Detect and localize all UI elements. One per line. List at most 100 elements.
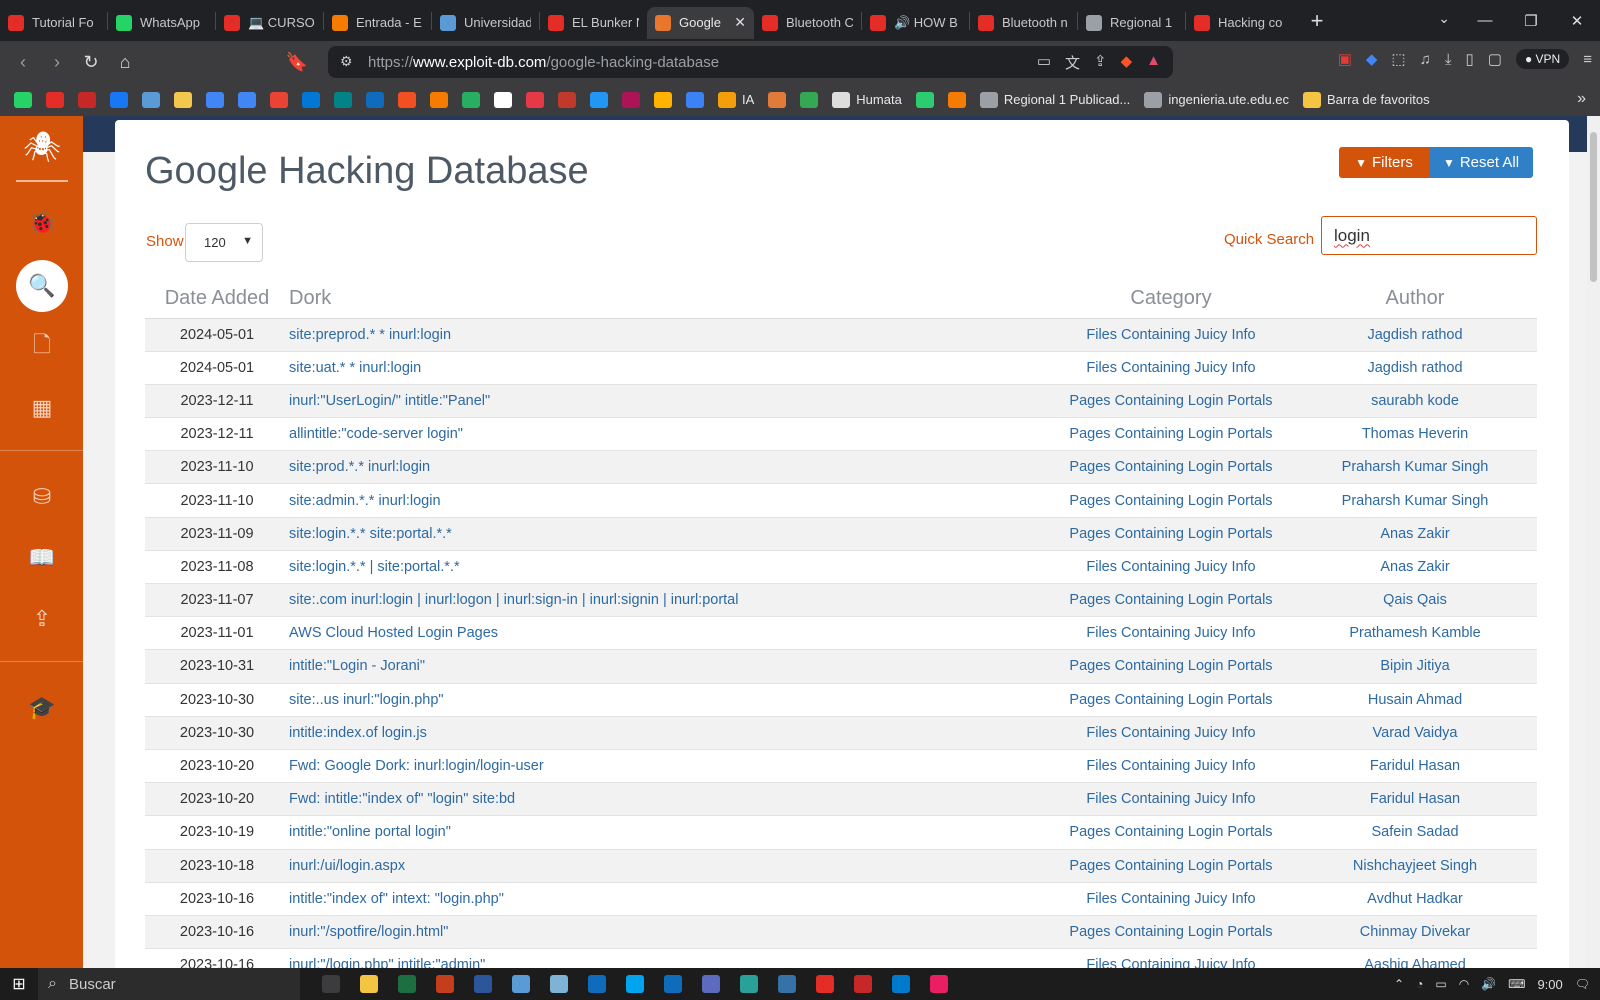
author-link[interactable]: Jagdish rathod bbox=[1293, 350, 1537, 385]
category-link[interactable]: Files Containing Juicy Info bbox=[1049, 881, 1293, 916]
bookmark-item[interactable] bbox=[800, 91, 819, 108]
dork-link[interactable]: inurl:/ui/login.aspx bbox=[289, 848, 1049, 883]
bookmark-item[interactable]: Humata bbox=[832, 91, 902, 108]
author-link[interactable]: Varad Vaidya bbox=[1293, 715, 1537, 750]
author-link[interactable]: Nishchayjeet Singh bbox=[1293, 848, 1537, 883]
category-link[interactable]: Pages Containing Login Portals bbox=[1049, 582, 1293, 617]
bookmark-item[interactable] bbox=[462, 91, 480, 108]
bookmark-item[interactable] bbox=[366, 91, 384, 108]
sidebar-item-ghdb[interactable]: 🔍 bbox=[16, 260, 68, 312]
category-link[interactable]: Pages Containing Login Portals bbox=[1049, 914, 1293, 949]
bookmark-item[interactable] bbox=[398, 91, 416, 108]
bookmark-item[interactable] bbox=[947, 91, 966, 108]
chevron-up-icon[interactable]: ⌃ bbox=[1394, 977, 1404, 991]
brave-rewards-icon[interactable]: ▲ bbox=[1146, 52, 1161, 73]
browser-tab[interactable]: 💻 CURSO bbox=[216, 7, 323, 39]
bookmark-item[interactable] bbox=[622, 91, 640, 108]
bookmark-item[interactable] bbox=[494, 91, 512, 108]
dork-link[interactable]: AWS Cloud Hosted Login Pages bbox=[289, 616, 1049, 650]
category-link[interactable]: Files Containing Juicy Info bbox=[1049, 616, 1293, 650]
bookmark-item[interactable] bbox=[915, 91, 934, 108]
column-date-added[interactable]: Date Added bbox=[145, 280, 289, 319]
author-link[interactable]: Anas Zakir bbox=[1293, 516, 1537, 551]
bookmark-item[interactable] bbox=[14, 91, 32, 108]
category-link[interactable]: Pages Containing Login Portals bbox=[1049, 848, 1293, 883]
close-tab-icon[interactable]: ✕ bbox=[734, 14, 746, 31]
cast-icon[interactable]: ▭ bbox=[1037, 52, 1051, 73]
sidebar-toggle-icon[interactable]: ▯ bbox=[1466, 50, 1474, 68]
tab-search-chevron-icon[interactable]: ⌄ bbox=[1438, 10, 1450, 27]
bookmark-item[interactable] bbox=[142, 91, 160, 108]
bookmark-item[interactable] bbox=[46, 91, 64, 108]
taskbar-app-button[interactable] bbox=[806, 968, 844, 1000]
close-window-button[interactable]: ✕ bbox=[1554, 0, 1600, 41]
network-icon[interactable]: ◔ bbox=[1416, 977, 1423, 991]
taskbar-app-button[interactable] bbox=[882, 968, 920, 1000]
browser-tab[interactable]: Regional 1 bbox=[1078, 7, 1185, 39]
bookmark-item[interactable] bbox=[686, 91, 704, 108]
page-scrollbar[interactable] bbox=[1587, 116, 1600, 968]
category-link[interactable]: Pages Containing Login Portals bbox=[1049, 649, 1293, 684]
filters-button[interactable]: ▼ Filters bbox=[1339, 147, 1429, 178]
translate-icon[interactable]: 文 bbox=[1065, 52, 1080, 73]
sidebar-item-papers[interactable]: 🗋 bbox=[16, 321, 68, 373]
more-bookmarks-icon[interactable]: » bbox=[1577, 90, 1586, 108]
category-link[interactable]: Files Containing Juicy Info bbox=[1049, 715, 1293, 750]
author-link[interactable]: Prathamesh Kamble bbox=[1293, 616, 1537, 650]
dork-link[interactable]: inurl:"/login.php" intitle:"admin" bbox=[289, 948, 1049, 968]
clock[interactable]: 9:00 bbox=[1537, 977, 1562, 992]
bookmark-item[interactable]: ingenieria.ute.edu.ec bbox=[1144, 91, 1289, 108]
download-icon[interactable]: ⤓ bbox=[1445, 51, 1452, 68]
author-link[interactable]: Faridul Hasan bbox=[1293, 748, 1537, 783]
maximize-button[interactable]: ❐ bbox=[1508, 0, 1554, 41]
sidebar-item-search-edb[interactable]: ⛁ bbox=[16, 471, 68, 523]
dork-link[interactable]: site:admin.*.* inurl:login bbox=[289, 483, 1049, 518]
reload-button[interactable]: ↻ bbox=[74, 45, 108, 79]
dork-link[interactable]: Fwd: Google Dork: inurl:login/login-user bbox=[289, 748, 1049, 783]
dork-link[interactable]: intitle:"Login - Jorani" bbox=[289, 649, 1049, 684]
dork-link[interactable]: site:prod.*.* inurl:login bbox=[289, 450, 1049, 484]
dork-link[interactable]: intitle:"online portal login" bbox=[289, 815, 1049, 849]
dork-link[interactable]: intitle:index.of login.js bbox=[289, 715, 1049, 750]
dork-link[interactable]: site:.com inurl:login | inurl:logon | in… bbox=[289, 582, 1049, 617]
browser-tab[interactable]: EL Bunker N bbox=[540, 7, 647, 39]
bookmark-item[interactable] bbox=[270, 91, 288, 108]
bookmark-item[interactable] bbox=[238, 91, 256, 108]
category-link[interactable]: Pages Containing Login Portals bbox=[1049, 483, 1293, 518]
dork-link[interactable]: site:login.*.* site:portal.*.* bbox=[289, 516, 1049, 551]
taskbar-app-button[interactable] bbox=[844, 968, 882, 1000]
home-button[interactable]: ⌂ bbox=[108, 45, 142, 79]
browser-tab[interactable]: Entrada - E bbox=[324, 7, 431, 39]
exploitdb-logo-icon[interactable]: 🕷 bbox=[20, 130, 64, 170]
extensions-puzzle-icon[interactable]: ⬚ bbox=[1391, 50, 1405, 68]
keyboard-icon[interactable]: ⌨ bbox=[1508, 977, 1525, 991]
author-link[interactable]: Praharsh Kumar Singh bbox=[1293, 483, 1537, 518]
browser-tab[interactable]: Bluetooth n bbox=[970, 7, 1077, 39]
bookmark-item[interactable] bbox=[558, 91, 576, 108]
minimize-button[interactable]: — bbox=[1462, 0, 1508, 41]
category-link[interactable]: Files Containing Juicy Info bbox=[1049, 748, 1293, 783]
battery-icon[interactable]: ▭ bbox=[1435, 977, 1446, 991]
author-link[interactable]: Safein Sadad bbox=[1293, 815, 1537, 849]
sidebar-item-exploits[interactable]: 🐞 bbox=[16, 197, 68, 249]
column-dork[interactable]: Dork bbox=[289, 280, 1049, 319]
sidebar-item-training[interactable]: 🎓 bbox=[16, 682, 68, 734]
taskbar-app-button[interactable] bbox=[920, 968, 958, 1000]
extension-blue-icon[interactable]: ◆ bbox=[1366, 50, 1378, 68]
reset-all-button[interactable]: ▼ Reset All bbox=[1429, 147, 1533, 178]
quick-search-input[interactable]: login bbox=[1321, 216, 1537, 255]
taskbar-app-button[interactable] bbox=[654, 968, 692, 1000]
bookmark-icon[interactable]: 🔖 bbox=[280, 45, 314, 79]
bookmark-item[interactable]: Regional 1 Publicad... bbox=[979, 91, 1130, 108]
menu-icon[interactable]: ≡ bbox=[1583, 51, 1592, 68]
share-icon[interactable]: ⇪ bbox=[1094, 52, 1107, 73]
extension-red-icon[interactable]: ▣ bbox=[1338, 50, 1352, 68]
category-link[interactable]: Pages Containing Login Portals bbox=[1049, 383, 1293, 418]
category-link[interactable]: Files Containing Juicy Info bbox=[1049, 782, 1293, 816]
bookmark-item[interactable] bbox=[430, 91, 448, 108]
taskbar-app-button[interactable] bbox=[388, 968, 426, 1000]
dork-link[interactable]: site:uat.* * inurl:login bbox=[289, 350, 1049, 385]
category-link[interactable]: Pages Containing Login Portals bbox=[1049, 682, 1293, 717]
taskbar-app-button[interactable] bbox=[730, 968, 768, 1000]
author-link[interactable]: Jagdish rathod bbox=[1293, 317, 1537, 352]
